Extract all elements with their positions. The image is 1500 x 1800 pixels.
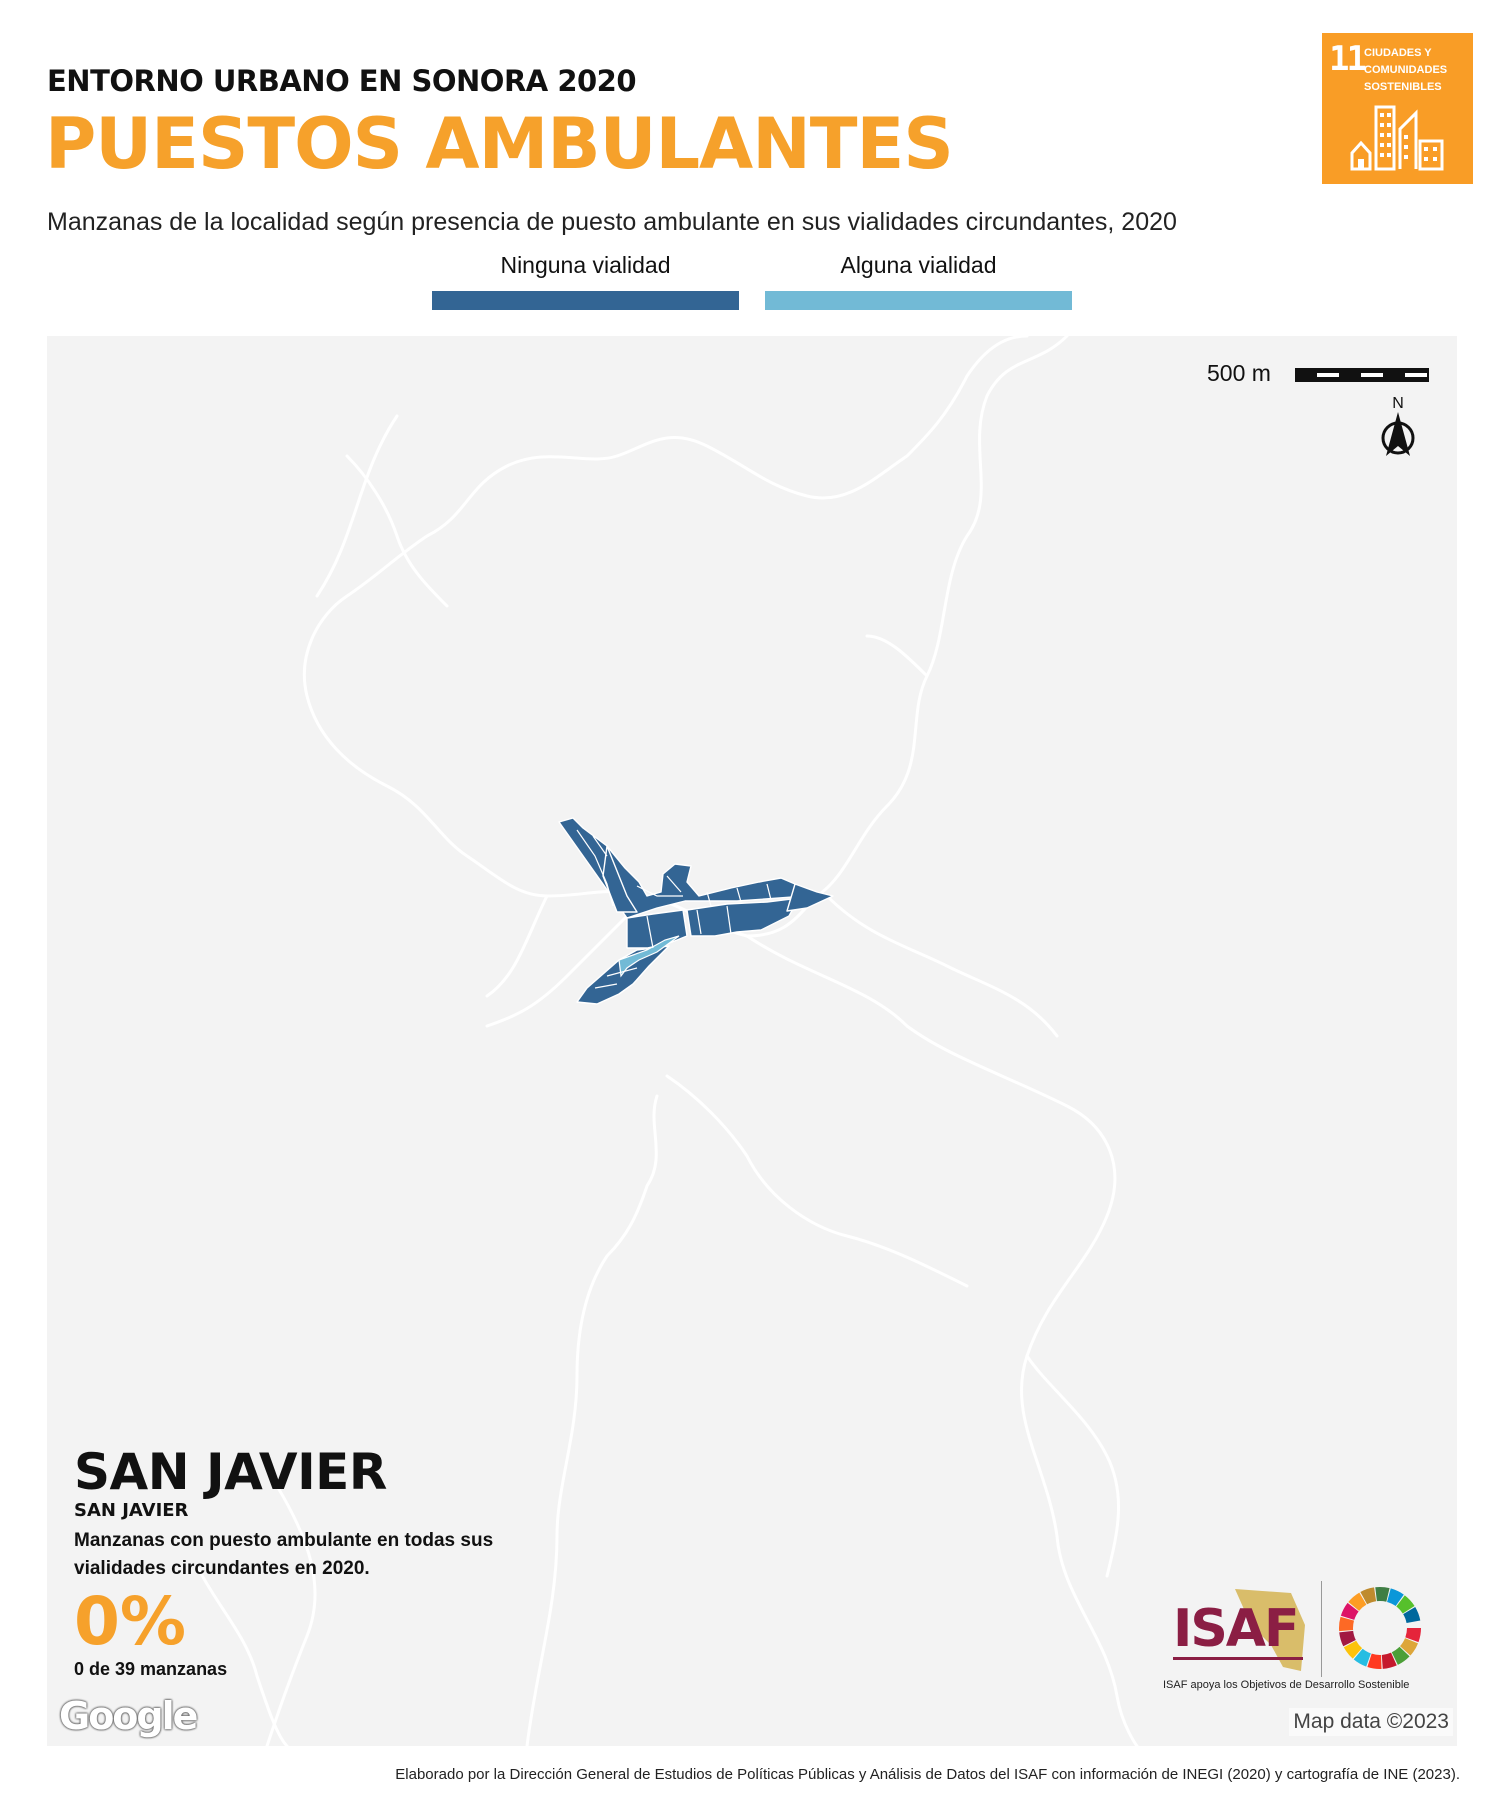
header-kicker: ENTORNO URBANO EN SONORA 2020 [47,64,637,98]
legend-item-alguna: Alguna vialidad [765,252,1072,310]
isaf-logo-underline [1173,1657,1303,1660]
logo-divider [1321,1581,1322,1677]
legend-swatch [765,291,1072,310]
legend-label: Alguna vialidad [840,252,997,278]
sdg-number: 11 [1329,39,1367,79]
locality-description: Manzanas con puesto ambulante en todas s… [74,1530,494,1579]
locality-name: SAN JAVIER [74,1443,387,1501]
sdg-label-line: SOSTENIBLES [1364,81,1442,93]
page-title: PUESTOS AMBULANTES [45,103,954,185]
scale-bar-graphic [1295,368,1429,382]
city-buildings-icon [1350,105,1444,171]
municipality-name: SAN JAVIER [74,1500,189,1521]
locality-info: SAN JAVIER SAN JAVIER Manzanas con puest… [74,1444,544,1680]
sdg-label-line: CIUDADES Y [1364,47,1432,59]
map-panel[interactable]: 500 m N SAN JAVIER SAN JAVIER Manzanas c… [47,336,1457,1746]
north-label: N [1392,395,1404,412]
legend-swatch [432,291,739,310]
page-subtitle: Manzanas de la localidad según presencia… [47,208,1177,236]
north-arrow-icon: N [1381,395,1415,456]
sdg-label-line: COMUNIDADES [1364,64,1448,76]
partner-logos: ISAF ISAF apoya los Objetivos de Desarro… [1151,1581,1451,1691]
locality-count: 0 de 39 manzanas [74,1659,228,1679]
sdg-label: CIUDADES Y COMUNIDADES SOSTENIBLES [1364,45,1464,96]
scale-label: 500 m [1207,360,1271,386]
sdg-wheel-icon [1339,1587,1421,1669]
legend-item-ninguna: Ninguna vialidad [432,252,739,310]
sdg-11-badge: 11 CIUDADES Y COMUNIDADES SOSTENIBLES [1322,33,1473,184]
locality-percent: 0% [74,1583,187,1660]
map-attribution[interactable]: Map data ©2023 [1289,1708,1453,1736]
legend-label: Ninguna vialidad [500,252,671,278]
footer-credit: Elaborado por la Dirección General de Es… [395,1766,1460,1783]
google-logo: Google [59,1694,198,1738]
logos-caption: ISAF apoya los Objetivos de Desarrollo S… [1163,1679,1410,1691]
isaf-logo: ISAF [1173,1599,1300,1659]
